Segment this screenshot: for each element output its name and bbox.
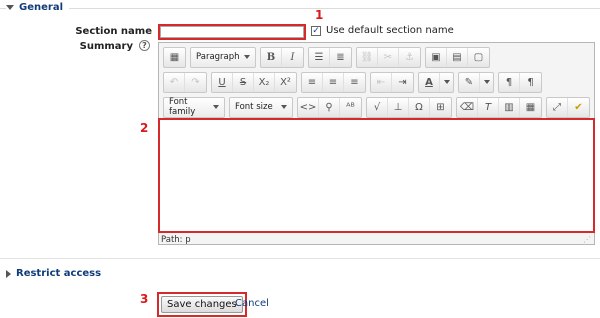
- font-family-select[interactable]: Font family: [163, 96, 225, 118]
- font-size-value: Font size: [235, 102, 273, 112]
- editor-content-area[interactable]: [158, 118, 595, 233]
- chevron-down-icon: [281, 105, 287, 109]
- save-changes-button[interactable]: Save changes: [161, 296, 243, 313]
- section-name-input[interactable]: [160, 26, 304, 38]
- section-name-label: Section name: [75, 26, 152, 37]
- toolbar-toggle-icon[interactable]: ▦: [164, 48, 185, 67]
- image-icon[interactable]: ▣: [426, 47, 447, 67]
- text-color-dropdown-icon[interactable]: [440, 73, 453, 92]
- use-default-label: Use default section name: [326, 25, 454, 36]
- general-divider: [0, 8, 600, 9]
- toolbar-row-1: ▦ Paragraph B I ☰ ≣ ⛓ ✂ ⚓ ▣ ▤ ▢: [163, 46, 494, 68]
- restrict-access-title: Restrict access: [16, 268, 102, 279]
- background-color-icon[interactable]: ✎: [459, 72, 480, 92]
- font-size-select[interactable]: Font size: [229, 96, 293, 118]
- equation-icon[interactable]: √: [367, 97, 388, 117]
- unlink-icon[interactable]: ✂: [378, 47, 399, 67]
- underline-icon[interactable]: U: [212, 72, 233, 92]
- editor-path: Path: p: [161, 235, 191, 245]
- table-icon[interactable]: ⊞: [430, 98, 451, 117]
- cancel-link[interactable]: Cancel: [235, 298, 269, 309]
- bullet-list-icon[interactable]: ☰: [309, 47, 330, 67]
- align-right-icon[interactable]: ≡: [344, 73, 365, 92]
- annotation-3: 3: [140, 292, 149, 306]
- chevron-down-icon: [244, 55, 250, 59]
- redo-icon[interactable]: ↷: [185, 73, 206, 92]
- accessibility-check-icon[interactable]: ✔: [568, 98, 589, 117]
- collapse-triangle-icon: [6, 5, 14, 10]
- indent-icon[interactable]: ⇥: [392, 73, 413, 92]
- paragraph-format-select[interactable]: Paragraph: [190, 46, 256, 68]
- fullscreen-icon[interactable]: ⤢: [547, 97, 568, 117]
- clear-formatting-icon[interactable]: T: [478, 97, 499, 117]
- rtl-icon[interactable]: ¶: [520, 73, 541, 92]
- superscript-icon[interactable]: X²: [275, 73, 296, 92]
- align-left-icon[interactable]: ≡: [302, 72, 323, 92]
- section-name-field-wrapper: [158, 24, 306, 40]
- anchor-icon[interactable]: ⚓: [399, 48, 420, 67]
- paste-text-icon[interactable]: ▥: [499, 97, 520, 117]
- numbered-list-icon[interactable]: ≣: [330, 48, 351, 67]
- paragraph-format-value: Paragraph: [196, 52, 240, 62]
- general-section-toggle[interactable]: General: [6, 2, 69, 13]
- general-title: General: [19, 2, 63, 13]
- align-center-icon[interactable]: ≡: [323, 72, 344, 92]
- subscript-icon[interactable]: X₂: [254, 72, 275, 92]
- background-color-dropdown-icon[interactable]: [480, 73, 493, 92]
- spellcheck-icon[interactable]: ᴬᴮ: [340, 98, 361, 117]
- undo-icon[interactable]: ↶: [164, 72, 185, 92]
- annotation-2: 2: [140, 121, 149, 135]
- restrict-divider: [0, 258, 600, 259]
- use-default-checkbox[interactable]: ✓: [311, 26, 321, 36]
- paste-word-icon[interactable]: ▦: [520, 98, 541, 117]
- italic-icon[interactable]: I: [282, 48, 303, 67]
- strikethrough-icon[interactable]: S: [233, 72, 254, 92]
- link-icon[interactable]: ⛓: [357, 47, 378, 67]
- help-icon[interactable]: ?: [139, 40, 150, 51]
- media-icon[interactable]: ▤: [447, 47, 468, 67]
- summary-label: Summary: [79, 41, 133, 52]
- toolbar-row-3: Font family Font size <> ⚲ ᴬᴮ √ ⊥ Ω ⊞ ⌫ …: [163, 96, 594, 118]
- ltr-icon[interactable]: ¶: [499, 72, 520, 92]
- search-replace-icon[interactable]: ⚲: [319, 97, 340, 117]
- chevron-down-icon: [213, 105, 219, 109]
- special-char-icon[interactable]: Ω: [409, 97, 430, 117]
- text-color-icon[interactable]: A: [419, 72, 440, 92]
- restrict-access-toggle[interactable]: Restrict access: [6, 268, 101, 279]
- annotation-1: 1: [315, 8, 324, 22]
- font-family-value: Font family: [169, 97, 196, 117]
- expand-triangle-icon: [6, 269, 11, 278]
- code-icon[interactable]: <>: [298, 97, 319, 117]
- outdent-icon[interactable]: ⇤: [371, 72, 392, 92]
- toolbar-row-2: ↶ ↷ U S X₂ X² ≡ ≡ ≡ ⇤ ⇥ A ✎ ¶ ¶: [163, 71, 546, 93]
- resize-grip-icon[interactable]: ⋰: [583, 236, 593, 244]
- insert-icon[interactable]: ⊥: [388, 97, 409, 117]
- bold-icon[interactable]: B: [261, 47, 282, 67]
- file-icon[interactable]: ▢: [468, 48, 489, 67]
- clean-icon[interactable]: ⌫: [457, 97, 478, 117]
- save-button-highlight: Save changes: [157, 292, 247, 317]
